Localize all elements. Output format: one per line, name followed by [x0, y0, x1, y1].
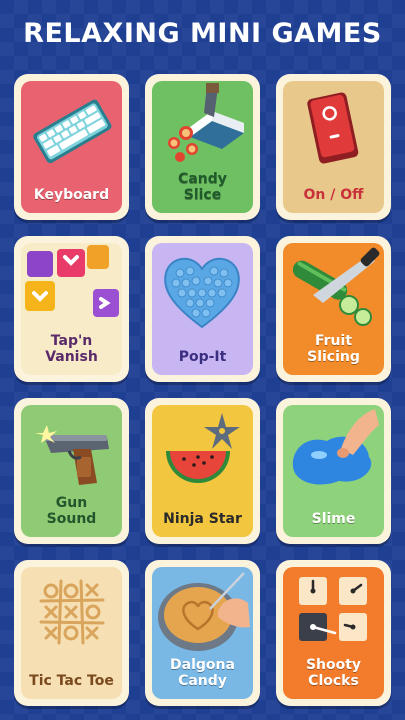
game-tile-gun-sound[interactable]: Gun Sound [14, 398, 129, 544]
game-tile-fruit-slicing[interactable]: Fruit Slicing [276, 236, 391, 382]
tile-background: Shooty Clocks [283, 567, 384, 699]
cucumber-knife-icon [292, 247, 380, 326]
game-label: Slime [311, 511, 356, 527]
tile-background: Slime [283, 405, 384, 537]
tic-tac-toe-icon [39, 579, 105, 645]
game-tile-dalgona-candy[interactable]: Dalgona Candy [145, 560, 260, 706]
switch-icon [307, 92, 359, 164]
game-tile-keyboard[interactable]: Keyboard [14, 74, 129, 220]
ninja-star-icon [166, 413, 240, 483]
game-tile-on-off[interactable]: On / Off [276, 74, 391, 220]
pop-it-icon [164, 258, 240, 329]
blocks-icon [25, 245, 119, 317]
game-label: Fruit Slicing [307, 333, 360, 365]
tile-background: Dalgona Candy [152, 567, 253, 699]
clocks-icon [299, 577, 367, 641]
game-label: Tap'n Vanish [45, 333, 98, 365]
game-tile-tic-tac-toe[interactable]: Tic Tac Toe [14, 560, 129, 706]
slime-icon [292, 409, 379, 485]
game-tile-slime[interactable]: Slime [276, 398, 391, 544]
candy-slice-icon [168, 83, 244, 162]
game-label: Keyboard [33, 187, 110, 203]
tile-background: Candy Slice [152, 81, 253, 213]
page-title: RELAXING MINI GAMES [23, 18, 382, 49]
tile-background: Keyboard [21, 81, 122, 213]
tile-background: Tap'n Vanish [21, 243, 122, 375]
game-tile-tapn-vanish[interactable]: Tap'n Vanish [14, 236, 129, 382]
game-tile-shooty-clocks[interactable]: Shooty Clocks [276, 560, 391, 706]
game-tile-pop-it[interactable]: Pop-It [145, 236, 260, 382]
tile-background: Fruit Slicing [283, 243, 384, 375]
tile-background: Tic Tac Toe [21, 567, 122, 699]
game-tile-ninja-star[interactable]: Ninja Star [145, 398, 260, 544]
game-label: Candy Slice [178, 171, 227, 203]
game-label: Pop-It [178, 349, 227, 365]
keyboard-icon [33, 99, 112, 164]
tile-background: On / Off [283, 81, 384, 213]
tile-background: Ninja Star [152, 405, 253, 537]
pistol-icon [35, 425, 109, 485]
game-label: Shooty Clocks [305, 657, 362, 689]
tile-background: Gun Sound [21, 405, 122, 537]
game-tile-candy-slice[interactable]: Candy Slice [145, 74, 260, 220]
game-label: Tic Tac Toe [29, 673, 114, 689]
tile-background: Pop-It [152, 243, 253, 375]
game-label: Ninja Star [163, 511, 242, 527]
game-label: Dalgona Candy [170, 657, 235, 689]
dalgona-icon [158, 572, 250, 651]
game-label: Gun Sound [46, 495, 97, 527]
games-grid: Keyboard Candy Slice On / Off Tap'n Vani… [14, 74, 391, 706]
game-label: On / Off [303, 187, 364, 203]
